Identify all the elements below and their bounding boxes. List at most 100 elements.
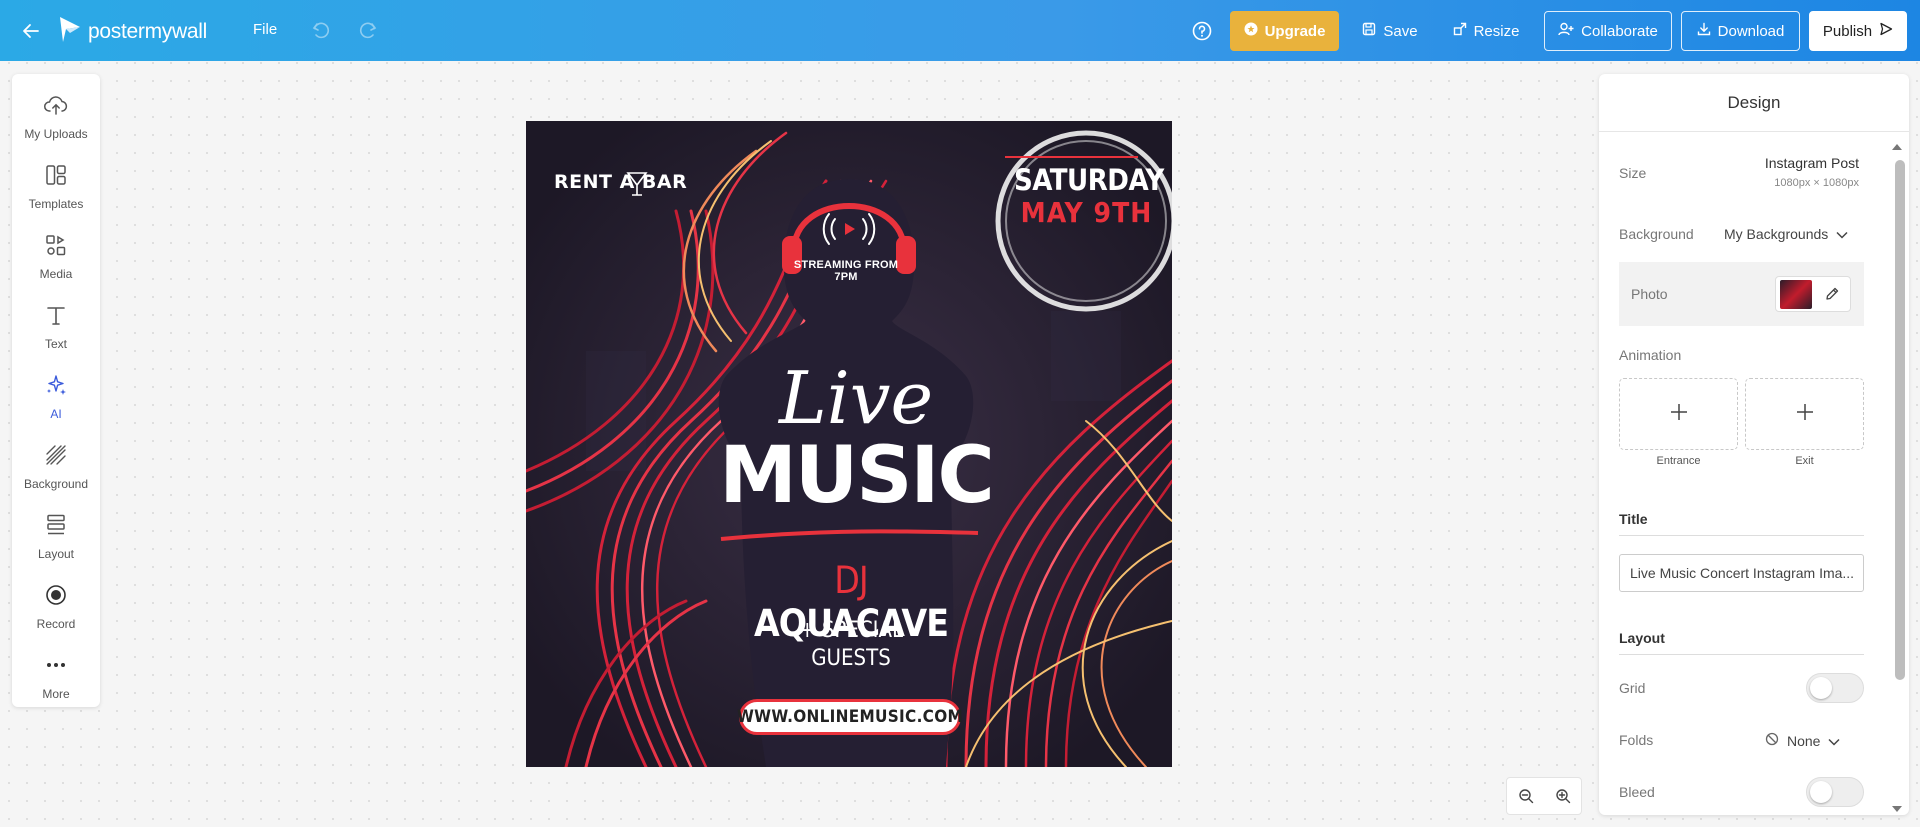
download-icon — [1697, 22, 1711, 40]
title-section-heading: Title — [1619, 511, 1648, 527]
entrance-label: Entrance — [1656, 455, 1701, 467]
top-toolbar: postermywall File Upgrade Save Resize Co… — [0, 0, 1920, 61]
zoom-in-icon[interactable] — [1551, 784, 1575, 808]
poster-day[interactable]: SATURDAY — [1014, 163, 1164, 197]
chevron-down-icon — [1836, 226, 1848, 242]
tool-media[interactable]: Media — [12, 228, 100, 288]
exit-label: Exit — [1795, 455, 1814, 467]
resize-button[interactable]: Resize — [1450, 11, 1522, 51]
tool-label: Media — [39, 267, 73, 281]
photo-thumbnail[interactable] — [1780, 280, 1812, 309]
publish-button[interactable]: Publish — [1809, 11, 1907, 51]
logo-text: postermywall — [88, 19, 207, 43]
poster-canvas[interactable]: RENT A BAR SATURDAY MAY 9TH STREAMING FR… — [526, 121, 1172, 767]
poster-guests-line1: + SPECIAL — [798, 618, 904, 643]
left-toolbar: My Uploads Templates Media Text AI Backg… — [12, 74, 100, 707]
templates-icon — [43, 158, 69, 193]
save-icon — [1362, 22, 1376, 40]
design-panel: Design Size Instagram Post 1080px × 1080… — [1599, 74, 1909, 815]
upgrade-button[interactable]: Upgrade — [1230, 11, 1339, 51]
title-input[interactable]: Live Music Concert Instagram Ima... — [1619, 554, 1864, 592]
poster-live[interactable]: Live — [756, 356, 956, 440]
resize-label: Resize — [1473, 22, 1520, 40]
background-icon — [43, 438, 69, 473]
poster-dj-prefix: DJ — [834, 559, 868, 602]
file-menu[interactable]: File — [253, 21, 277, 38]
tool-label: Layout — [37, 547, 75, 561]
ai-sparkle-icon — [43, 368, 69, 403]
app-logo[interactable]: postermywall — [58, 14, 207, 49]
photo-label: Photo — [1631, 286, 1668, 302]
redo-icon[interactable] — [357, 19, 379, 41]
download-label: Download — [1717, 22, 1785, 40]
zoom-out-icon[interactable] — [1514, 784, 1538, 808]
zoom-controls — [1506, 777, 1582, 815]
help-icon[interactable] — [1191, 20, 1213, 42]
grid-toggle[interactable] — [1806, 673, 1864, 703]
size-name: Instagram Post — [1764, 155, 1859, 171]
send-icon — [1879, 22, 1893, 40]
size-dimensions: 1080px × 1080px — [1774, 177, 1859, 189]
tool-background[interactable]: Background — [12, 438, 100, 498]
plus-icon — [1669, 402, 1689, 427]
resize-icon — [1453, 22, 1467, 40]
tool-record[interactable]: Record — [12, 578, 100, 638]
bleed-toggle[interactable] — [1806, 777, 1864, 807]
text-icon — [43, 298, 69, 333]
more-dots-icon — [43, 648, 69, 683]
pencil-icon[interactable] — [1824, 286, 1842, 304]
back-arrow-icon[interactable] — [18, 18, 44, 44]
size-label: Size — [1619, 165, 1647, 181]
divider — [1619, 654, 1864, 655]
background-label: Background — [1619, 226, 1694, 242]
background-value: My Backgrounds — [1724, 226, 1829, 242]
divider — [1619, 535, 1864, 536]
scroll-down-icon[interactable] — [1891, 800, 1903, 815]
tool-label: AI — [50, 407, 62, 421]
upload-cloud-icon — [43, 88, 69, 123]
tool-label: Text — [44, 337, 67, 351]
layout-icon — [43, 508, 69, 543]
collaborate-button[interactable]: Collaborate — [1544, 11, 1672, 51]
layout-section-heading: Layout — [1619, 630, 1665, 646]
panel-title: Design — [1599, 74, 1909, 132]
media-icon — [43, 228, 69, 263]
poster-streaming[interactable]: STREAMING FROM 7PM — [781, 259, 911, 283]
tool-more[interactable]: More — [12, 648, 100, 708]
undo-icon[interactable] — [310, 19, 332, 41]
background-photo-row: Photo — [1619, 262, 1864, 326]
poster-guests-line2: GUESTS — [811, 646, 891, 671]
background-select[interactable]: My Backgrounds — [1724, 226, 1848, 242]
folds-select[interactable]: None — [1765, 732, 1840, 749]
publish-label: Publish — [1822, 22, 1873, 40]
save-button[interactable]: Save — [1355, 11, 1425, 51]
chevron-down-icon — [1828, 733, 1840, 749]
photo-control[interactable] — [1775, 276, 1851, 312]
entrance-animation-button[interactable] — [1619, 378, 1738, 450]
tool-label: Templates — [28, 197, 84, 211]
poster-guests[interactable]: + SPECIAL GUESTS — [766, 617, 936, 673]
tool-my-uploads[interactable]: My Uploads — [12, 88, 100, 148]
tool-ai[interactable]: AI — [12, 368, 100, 428]
none-circle-icon — [1765, 732, 1779, 749]
poster-music[interactable]: MUSIC — [706, 431, 1006, 521]
poster-url[interactable]: WWW.ONLINEMUSIC.COM — [737, 699, 963, 735]
tool-templates[interactable]: Templates — [12, 158, 100, 218]
collaborate-label: Collaborate — [1581, 22, 1658, 40]
tool-text[interactable]: Text — [12, 298, 100, 358]
download-button[interactable]: Download — [1681, 11, 1800, 51]
tool-layout[interactable]: Layout — [12, 508, 100, 568]
upgrade-star-icon — [1244, 22, 1258, 40]
save-label: Save — [1383, 22, 1418, 40]
poster-date[interactable]: MAY 9TH — [1014, 196, 1159, 229]
tool-label: Record — [36, 617, 76, 631]
exit-animation-button[interactable] — [1745, 378, 1864, 450]
size-value[interactable]: Instagram Post 1080px × 1080px — [1765, 155, 1859, 189]
tool-label: My Uploads — [24, 127, 88, 141]
scrollbar-thumb[interactable] — [1895, 160, 1905, 680]
scroll-up-icon[interactable] — [1891, 138, 1903, 156]
poster-brand[interactable]: RENT A BAR — [554, 171, 687, 193]
logo-mark-icon — [58, 14, 82, 49]
add-user-icon — [1558, 22, 1574, 40]
plus-icon — [1795, 402, 1815, 427]
